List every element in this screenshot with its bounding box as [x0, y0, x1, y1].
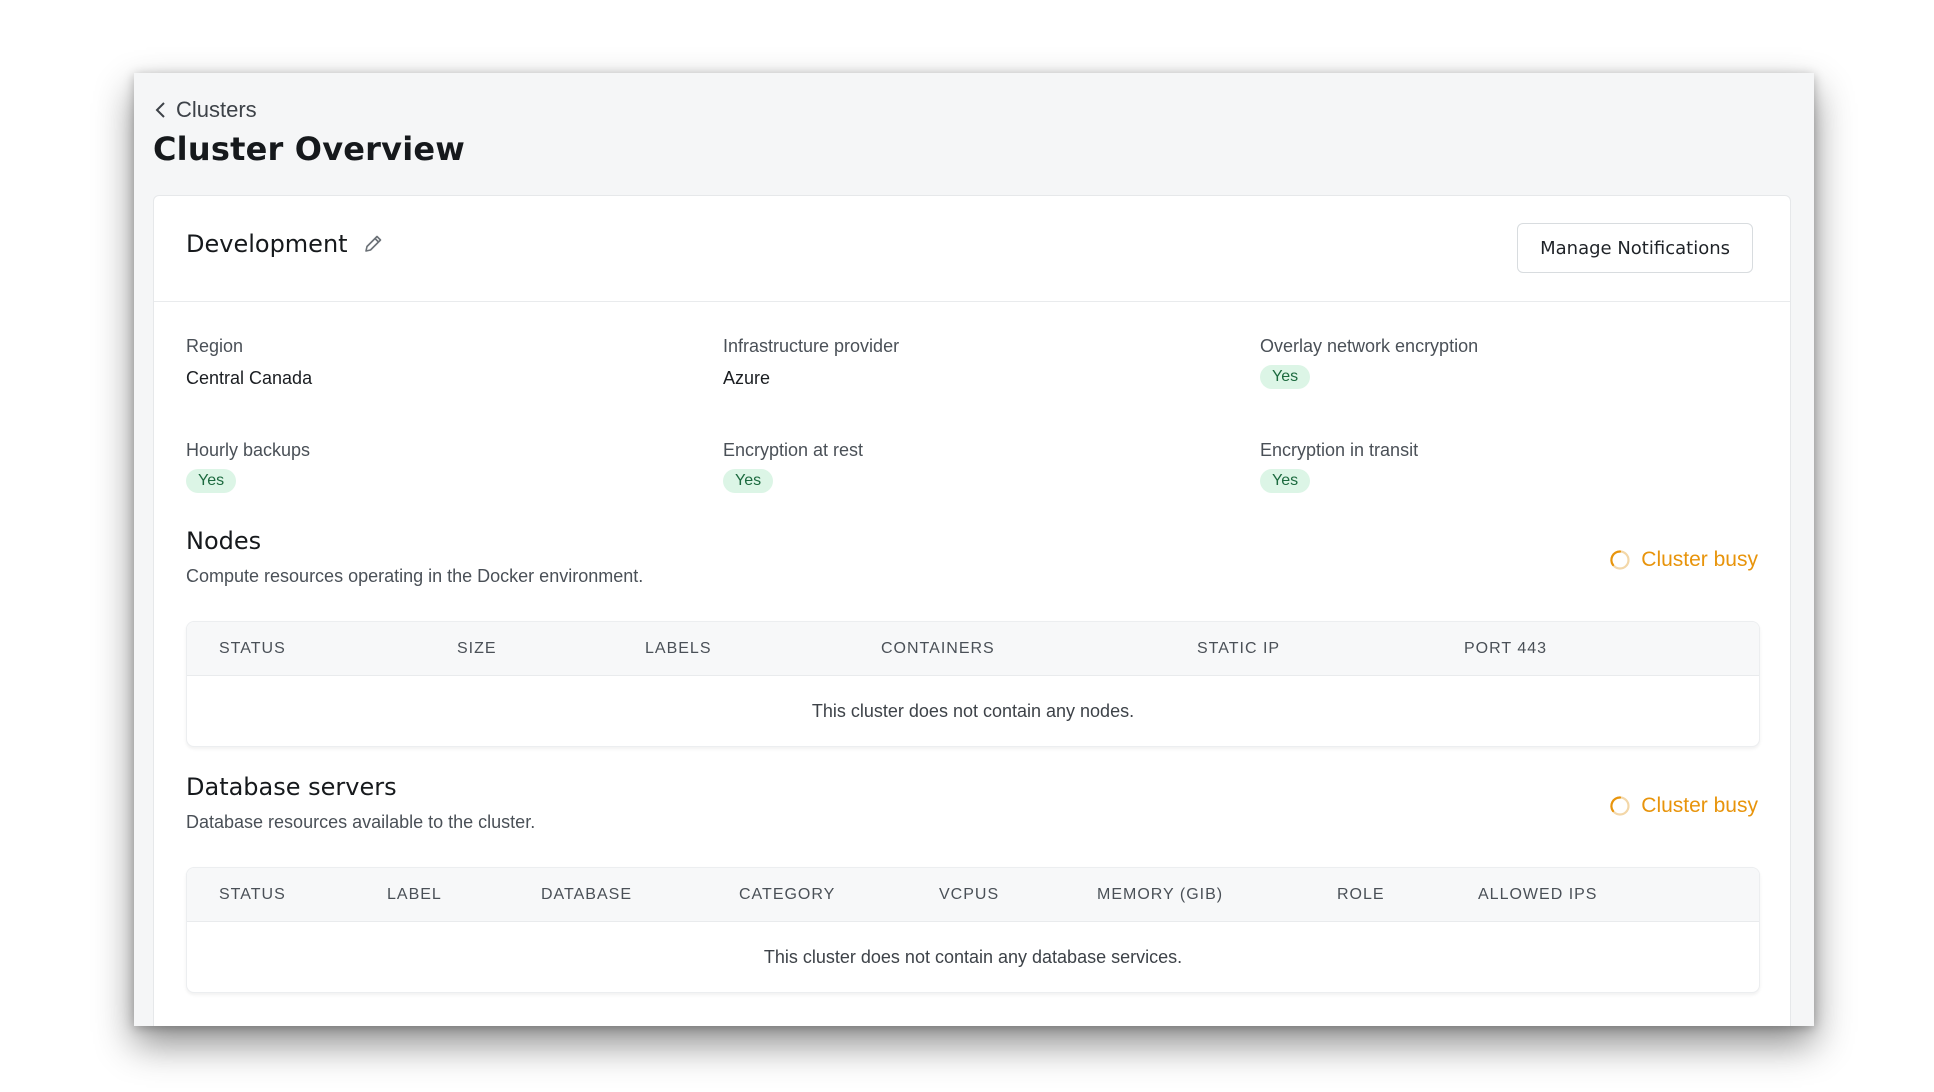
column-header-static-ip[interactable]: STATIC IP — [1197, 640, 1280, 658]
chevron-left-icon — [155, 102, 165, 118]
status-badge: Yes — [1260, 365, 1311, 389]
nodes-empty-message: This cluster does not contain any nodes. — [811, 700, 1135, 721]
column-header-status[interactable]: STATUS — [219, 640, 286, 658]
page-title: Cluster Overview — [153, 130, 466, 168]
detail-label: Infrastructure provider — [723, 336, 900, 356]
databases-table: STATUS LABEL DATABASE CATEGORY VCPUS MEM… — [186, 867, 1760, 993]
databases-empty-message: This cluster does not contain any databa… — [763, 946, 1183, 967]
nodes-table-header: STATUS SIZE LABELS CONTAINERS STATIC IP … — [187, 622, 1759, 676]
column-header-category[interactable]: CATEGORY — [739, 886, 835, 904]
detail-label: Overlay network encryption — [1260, 336, 1479, 356]
status-badge: Yes — [1260, 469, 1311, 493]
cluster-busy-label: Cluster busy — [1641, 548, 1758, 571]
cluster-name-text: Development — [186, 230, 348, 258]
column-header-port-443[interactable]: PORT 443 — [1464, 640, 1547, 658]
column-header-allowed-ips[interactable]: ALLOWED IPS — [1478, 886, 1597, 904]
back-link-label: Clusters — [176, 97, 257, 122]
back-link[interactable]: Clusters — [154, 97, 257, 123]
nodes-cluster-busy-status: Cluster busy — [1609, 548, 1758, 572]
nodes-section-title: Nodes — [186, 527, 262, 555]
column-header-role[interactable]: ROLE — [1337, 886, 1385, 904]
spinner-icon — [1610, 796, 1630, 816]
detail-label: Hourly backups — [186, 440, 311, 460]
detail-value: Azure — [723, 368, 771, 388]
detail-label: Encryption at rest — [723, 440, 864, 460]
column-header-size[interactable]: SIZE — [457, 640, 497, 658]
column-header-label[interactable]: LABEL — [387, 886, 442, 904]
cluster-name: Development — [186, 230, 384, 258]
databases-table-header: STATUS LABEL DATABASE CATEGORY VCPUS MEM… — [187, 868, 1759, 922]
column-header-database[interactable]: DATABASE — [541, 886, 632, 904]
pencil-icon[interactable] — [362, 233, 384, 255]
detail-overlay-network-encryption: Overlay network encryption Yes — [1260, 336, 1760, 389]
manage-notifications-button[interactable]: Manage Notifications — [1517, 223, 1753, 273]
cluster-card: Development Manage Notifications Region … — [153, 195, 1791, 1026]
status-badge: Yes — [723, 469, 774, 493]
nodes-section-description: Compute resources operating in the Docke… — [186, 566, 644, 586]
column-header-containers[interactable]: CONTAINERS — [881, 640, 995, 658]
cluster-card-header: Development Manage Notifications — [154, 196, 1790, 302]
status-badge: Yes — [186, 469, 237, 493]
column-header-status[interactable]: STATUS — [219, 886, 286, 904]
detail-value: Central Canada — [186, 368, 313, 388]
detail-region: Region Central Canada — [186, 336, 686, 389]
detail-encryption-at-rest: Encryption at rest Yes — [723, 440, 1223, 493]
cluster-busy-label: Cluster busy — [1641, 794, 1758, 817]
nodes-table: STATUS SIZE LABELS CONTAINERS STATIC IP … — [186, 621, 1760, 747]
column-header-vcpus[interactable]: VCPUS — [939, 886, 999, 904]
app-window: Clusters Cluster Overview Development Ma… — [134, 73, 1814, 1026]
detail-label: Encryption in transit — [1260, 440, 1419, 460]
detail-encryption-in-transit: Encryption in transit Yes — [1260, 440, 1760, 493]
detail-infrastructure-provider: Infrastructure provider Azure — [723, 336, 1223, 389]
detail-hourly-backups: Hourly backups Yes — [186, 440, 686, 493]
spinner-icon — [1610, 550, 1630, 570]
column-header-labels[interactable]: LABELS — [645, 640, 711, 658]
detail-label: Region — [186, 336, 244, 356]
databases-section-description: Database resources available to the clus… — [186, 812, 536, 832]
column-header-memory[interactable]: MEMORY (GIB) — [1097, 886, 1223, 904]
databases-cluster-busy-status: Cluster busy — [1609, 794, 1758, 818]
databases-section-title: Database servers — [186, 773, 397, 801]
